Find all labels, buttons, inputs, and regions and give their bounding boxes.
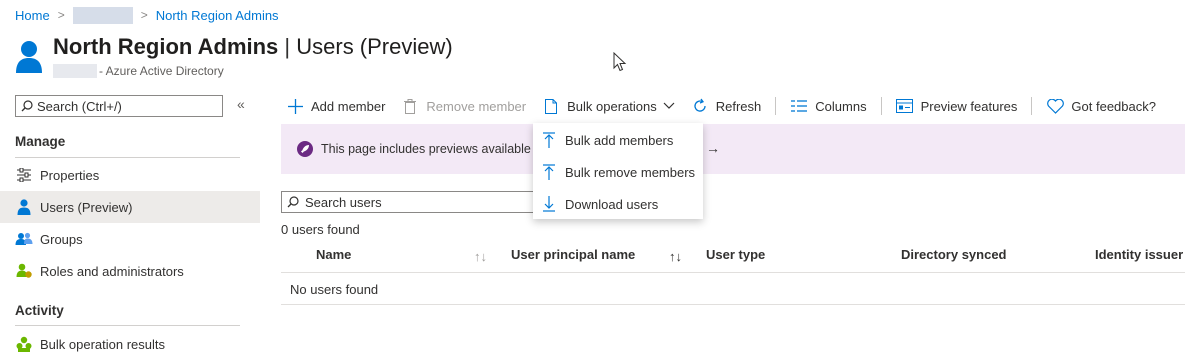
page-title: North Region Admins | Users (Preview) [53,32,453,62]
toolbar-divider [775,97,777,115]
page-subtitle: - Azure Active Directory [53,64,224,78]
divider [281,272,1185,273]
bulk-operations-label: Bulk operations [567,98,657,114]
empty-state-text: No users found [290,282,379,297]
trash-icon [401,97,419,115]
bulk-operations-menu: Bulk add members Bulk remove members Dow… [533,123,703,219]
sidebar-item-properties[interactable]: Properties [0,159,260,191]
sidebar-search-box[interactable] [15,95,223,117]
plus-icon [286,97,304,115]
page-title-suffix: Users (Preview) [296,34,453,59]
user-icon [15,198,33,216]
refresh-icon [691,97,709,115]
sidebar-item-bulk-results[interactable]: Bulk operation results [0,328,260,360]
menu-item-label: Download users [565,196,659,212]
redacted-tenant [53,64,97,78]
preview-features-label: Preview features [920,98,1018,114]
add-member-button[interactable]: Add member [286,97,385,115]
subtitle-text: - Azure Active Directory [99,64,224,78]
menu-item-download-users[interactable]: Download users [533,188,703,220]
chevron-right-icon: > [57,8,65,22]
toolbar-divider [880,97,882,115]
menu-item-label: Bulk add members [565,132,674,148]
page-title-separator: | [278,34,297,59]
chevron-down-icon [663,102,675,110]
sidebar-item-users[interactable]: Users (Preview) [0,191,260,223]
rocket-icon [297,141,313,157]
sidebar-item-label: Bulk operation results [40,336,166,352]
add-member-label: Add member [311,98,386,114]
banner-text: This page includes previews available fo [321,142,545,156]
mouse-cursor-icon [613,51,627,75]
sidebar-item-label: Properties [40,167,100,183]
page-title-main: North Region Admins [53,34,279,59]
search-icon [21,100,33,112]
feedback-button[interactable]: Got feedback? [1046,97,1156,115]
menu-item-bulk-add[interactable]: Bulk add members [533,124,703,156]
arrow-right-icon[interactable]: → [706,140,720,156]
search-users-input[interactable] [305,194,525,210]
menu-item-bulk-remove[interactable]: Bulk remove members [533,156,703,188]
column-header-upn[interactable]: User principal name [511,247,635,262]
sidebar-item-label: Groups [40,231,83,247]
section-heading-activity: Activity [15,303,64,318]
document-icon [542,97,560,115]
remove-member-label: Remove member [426,98,527,114]
breadcrumb: Home > > North Region Admins [15,6,279,24]
users-count: 0 users found [281,222,360,237]
feedback-label: Got feedback? [1071,98,1156,114]
collapse-sidebar-icon[interactable]: « [237,96,245,112]
section-heading-manage: Manage [15,134,66,149]
groups-icon [15,230,33,248]
preview-banner: This page includes previews available fo [281,124,1185,174]
column-header-name[interactable]: Name [316,247,351,262]
sidebar-item-label: Users (Preview) [40,199,133,215]
bulk-results-icon [15,335,33,353]
column-header-user-type[interactable]: User type [706,247,765,262]
redacted-breadcrumb [72,6,133,24]
user-search-box[interactable] [281,191,541,213]
remove-member-button[interactable]: Remove member [401,97,526,115]
sidebar-item-groups[interactable]: Groups [0,223,260,255]
columns-label: Columns [815,98,867,114]
download-icon [541,195,557,213]
toolbar-divider [1031,97,1033,115]
column-header-directory-synced[interactable]: Directory synced [901,247,1007,262]
breadcrumb-home-link[interactable]: Home [15,8,50,23]
breadcrumb-current-link[interactable]: North Region Admins [156,8,279,23]
properties-icon [15,166,33,184]
sort-icon[interactable]: ↑↓ [474,249,487,264]
divider [15,157,240,158]
preview-features-button[interactable]: Preview features [896,97,1018,115]
heart-icon [1046,97,1064,115]
search-icon [287,196,299,208]
refresh-label: Refresh [715,98,762,114]
roles-icon [15,262,33,280]
chevron-right-icon: > [140,8,148,22]
sidebar-item-label: Roles and administrators [40,263,184,279]
upload-icon [541,131,557,149]
preview-features-icon [896,97,914,115]
columns-icon [790,97,808,115]
divider [281,304,1185,305]
columns-button[interactable]: Columns [790,97,867,115]
sidebar-search-input[interactable] [37,98,207,114]
user-icon [14,40,44,74]
command-bar: Add member Remove member Bulk operations… [286,94,1156,118]
sort-icon[interactable]: ↑↓ [669,249,682,264]
bulk-operations-button[interactable]: Bulk operations [542,97,675,115]
column-header-identity-issuer[interactable]: Identity issuer [1095,247,1183,262]
sidebar-item-roles[interactable]: Roles and administrators [0,255,260,287]
menu-item-label: Bulk remove members [565,164,696,180]
refresh-button[interactable]: Refresh [691,97,762,115]
divider [15,325,240,326]
upload-icon [541,163,557,181]
